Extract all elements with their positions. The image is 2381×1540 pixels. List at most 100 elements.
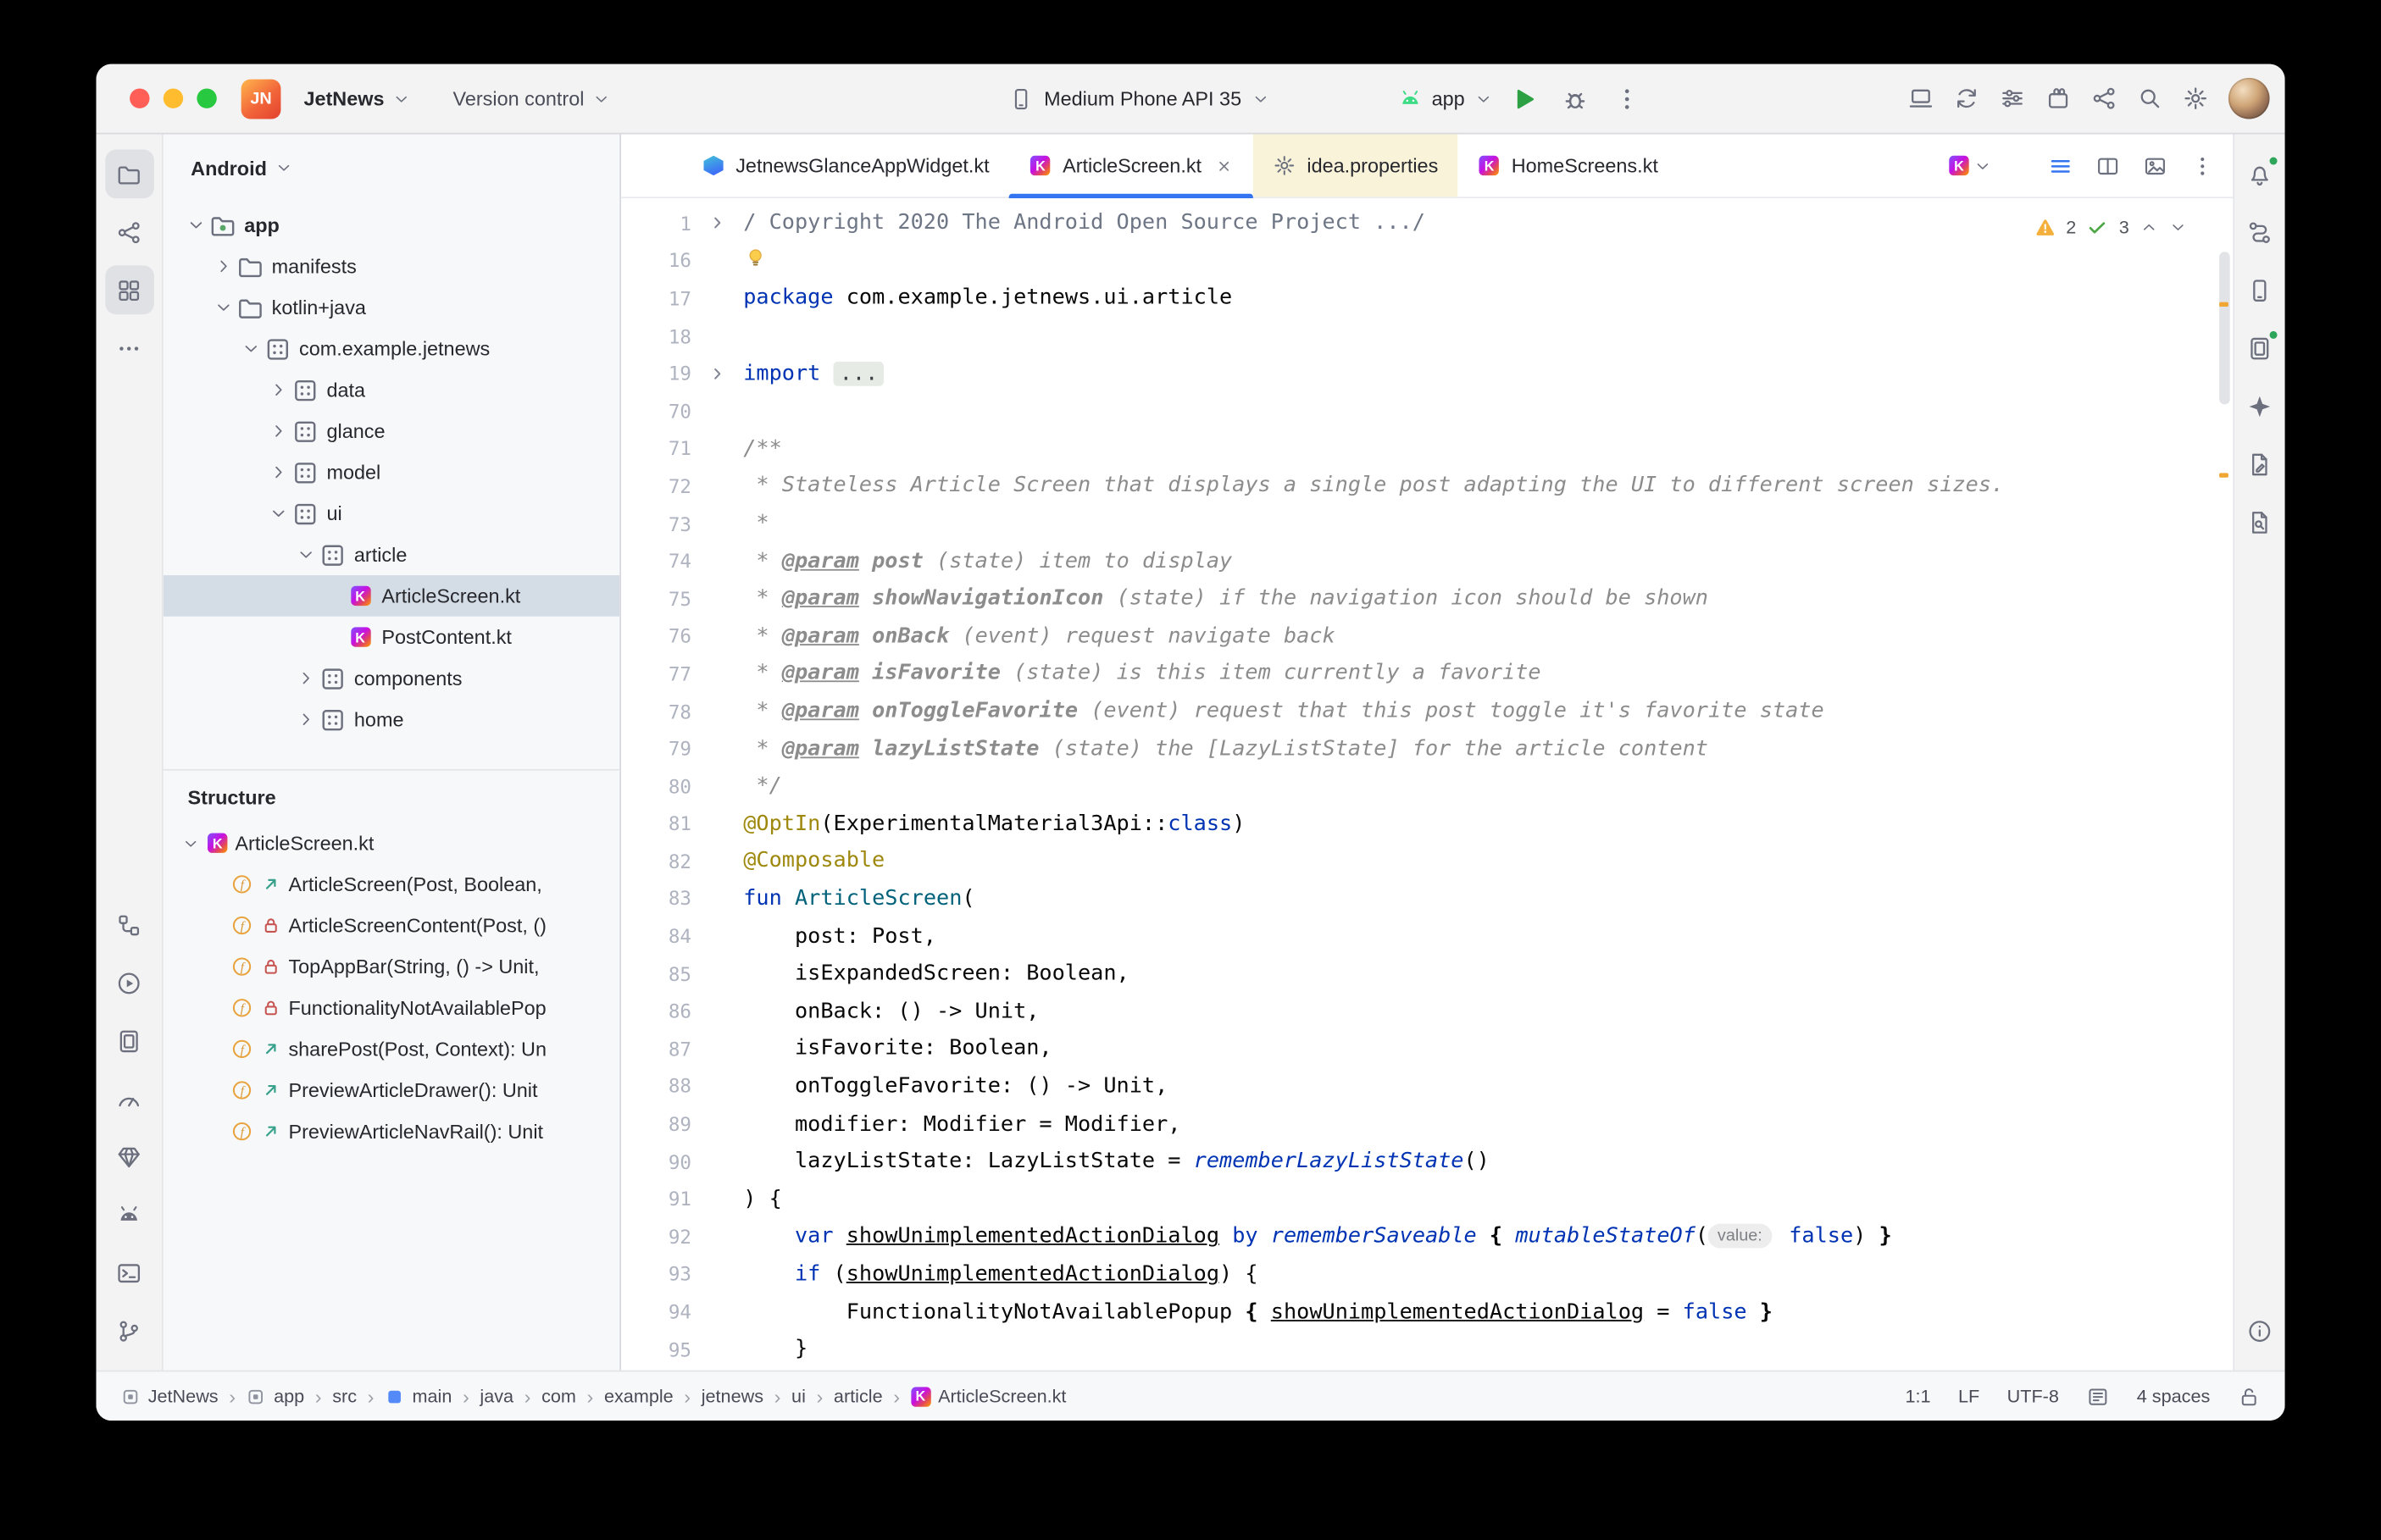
more-run-actions-icon[interactable] — [1613, 85, 1640, 112]
chevron-right-icon[interactable] — [291, 657, 319, 699]
logcat-toolwindow-button[interactable] — [104, 1190, 153, 1239]
file-lock-icon[interactable] — [2238, 1385, 2261, 1408]
chevron-down-icon[interactable] — [291, 534, 319, 575]
find-toolwindow-button[interactable] — [2235, 497, 2284, 546]
chevron-right-icon[interactable] — [209, 246, 236, 287]
line-number[interactable]: 73 — [621, 512, 691, 535]
running-devices-toolwindow-button[interactable] — [104, 1017, 153, 1066]
line-number[interactable]: 83 — [621, 887, 691, 910]
fold-marker-icon[interactable] — [691, 364, 743, 383]
more-toolwindows-button[interactable] — [104, 324, 153, 373]
breadcrumb-main[interactable]: main — [385, 1386, 452, 1407]
line-separator[interactable]: LF — [1958, 1386, 1979, 1407]
code-line[interactable]: 95 } — [621, 1330, 2233, 1367]
line-number[interactable]: 90 — [621, 1150, 691, 1173]
chevron-right-icon[interactable] — [264, 369, 291, 411]
structure-root-node[interactable]: K ArticleScreen.kt — [164, 823, 620, 864]
debug-button[interactable] — [1562, 85, 1589, 112]
device-mirroring-icon[interactable] — [1908, 86, 1934, 112]
tree-item-kotlin+java[interactable]: kotlin+java — [164, 287, 620, 329]
code-line[interactable]: 85 isExpandedScreen: Boolean, — [621, 955, 2233, 992]
gradle-toolwindow-button[interactable] — [2235, 208, 2284, 257]
line-number[interactable]: 93 — [621, 1262, 691, 1285]
commit-toolwindow-button[interactable] — [104, 208, 153, 257]
profiler-toolwindow-button[interactable] — [104, 1074, 153, 1123]
indent-config[interactable]: 4 spaces — [2137, 1386, 2211, 1407]
tree-item-model[interactable]: model — [164, 451, 620, 493]
line-number[interactable]: 74 — [621, 550, 691, 573]
code-line[interactable]: 1/ Copyright 2020 The Android Open Sourc… — [621, 204, 2233, 241]
line-number[interactable]: 92 — [621, 1225, 691, 1248]
chevron-down-icon[interactable] — [264, 493, 291, 535]
line-number[interactable]: 87 — [621, 1038, 691, 1061]
line-number[interactable]: 75 — [621, 587, 691, 610]
editor-more-button[interactable] — [2190, 153, 2215, 178]
code-line[interactable]: 16 — [621, 242, 2233, 280]
project-view-selector[interactable]: Android — [181, 150, 302, 185]
scrollbar-warning-mark[interactable] — [2219, 302, 2228, 307]
line-number[interactable]: 18 — [621, 324, 691, 347]
line-number[interactable]: 81 — [621, 812, 691, 835]
breadcrumb-java[interactable]: java — [480, 1386, 513, 1407]
split-editor-button[interactable] — [2095, 153, 2120, 178]
editor-scrollbar[interactable] — [2219, 252, 2230, 404]
tab-idea.properties[interactable]: idea.properties — [1253, 135, 1457, 197]
tree-item-com.example.jetnews[interactable]: com.example.jetnews — [164, 328, 620, 369]
user-avatar[interactable] — [2228, 78, 2270, 119]
tree-item-ui[interactable]: ui — [164, 493, 620, 535]
run-toolwindow-button[interactable] — [104, 958, 153, 1007]
caret-position[interactable]: 1:1 — [1906, 1386, 1931, 1407]
structure-item[interactable]: fFunctionalityNotAvailablePop — [164, 987, 620, 1028]
main-settings-sliders-icon[interactable] — [2000, 86, 2026, 112]
code-line[interactable]: 72 * Stateless Article Screen that displ… — [621, 467, 2233, 504]
next-problem-icon[interactable] — [2169, 219, 2188, 237]
code-line[interactable]: 80 */ — [621, 767, 2233, 805]
tree-item-app[interactable]: app — [164, 204, 620, 246]
line-number[interactable]: 16 — [621, 249, 691, 272]
app-inspection-toolwindow-button[interactable] — [104, 1133, 153, 1182]
run-config-selector[interactable]: app — [1398, 86, 1492, 111]
breadcrumb-ui[interactable]: ui — [791, 1386, 806, 1407]
breadcrumb-example[interactable]: example — [604, 1386, 674, 1407]
line-number[interactable]: 76 — [621, 624, 691, 647]
chevron-down-icon[interactable] — [236, 328, 264, 369]
chevron-down-icon[interactable] — [181, 204, 208, 246]
structure-item[interactable]: fArticleScreenContent(Post, () — [164, 905, 620, 946]
structure-item[interactable]: fArticleScreen(Post, Boolean, — [164, 864, 620, 906]
notifications-button[interactable] — [2235, 150, 2284, 199]
tree-item-components[interactable]: components — [164, 657, 620, 699]
scrollbar-warning-mark[interactable] — [2219, 473, 2228, 477]
hidden-tabs-dropdown[interactable]: K — [1947, 154, 1991, 177]
code-with-me-icon[interactable] — [2091, 86, 2117, 112]
tab-JetnewsGlanceAppWidget.kt[interactable]: JetnewsGlanceAppWidget.kt — [682, 135, 1009, 197]
plugins-icon[interactable] — [2045, 86, 2072, 112]
code-line[interactable]: 17package com.example.jetnews.ui.article — [621, 280, 2233, 317]
line-number[interactable]: 95 — [621, 1338, 691, 1360]
previous-problem-icon[interactable] — [2140, 219, 2158, 237]
breadcrumb-src[interactable]: src — [332, 1386, 357, 1407]
chevron-right-icon[interactable] — [291, 699, 319, 740]
line-number[interactable]: 79 — [621, 737, 691, 760]
code-line[interactable]: 79 * @param lazyListState (state) the [L… — [621, 730, 2233, 767]
running-devices-mirror-button[interactable] — [2235, 324, 2284, 373]
structure-item[interactable]: fsharePost(Post, Context): Un — [164, 1028, 620, 1070]
file-encoding[interactable]: UTF-8 — [2007, 1386, 2059, 1407]
code-line[interactable]: 78 * @param onToggleFavorite (event) req… — [621, 692, 2233, 729]
breadcrumb-ArticleScreen.kt[interactable]: KArticleScreen.kt — [911, 1386, 1067, 1407]
structure-item[interactable]: fTopAppBar(String, () -> Unit, — [164, 946, 620, 988]
line-number[interactable]: 71 — [621, 437, 691, 460]
code-line[interactable]: 88 onToggleFavorite: () -> Unit, — [621, 1067, 2233, 1105]
breadcrumb-com[interactable]: com — [541, 1386, 576, 1407]
version-control-toolwindow-button[interactable] — [104, 1306, 153, 1355]
line-number[interactable]: 94 — [621, 1300, 691, 1323]
minimize-window-button[interactable] — [164, 88, 183, 108]
code-line[interactable]: 73 * — [621, 505, 2233, 542]
code-line[interactable]: 81@OptIn(ExperimentalMaterial3Api::class… — [621, 805, 2233, 842]
line-number[interactable]: 19 — [621, 362, 691, 385]
tree-item-home[interactable]: home — [164, 699, 620, 740]
run-button[interactable] — [1509, 85, 1536, 112]
code-line[interactable]: 70 — [621, 392, 2233, 429]
resource-manager-toolwindow-button[interactable] — [104, 265, 153, 314]
tree-item-ArticleScreen.kt[interactable]: KArticleScreen.kt — [164, 575, 620, 617]
code-line[interactable]: 84 post: Post, — [621, 917, 2233, 955]
